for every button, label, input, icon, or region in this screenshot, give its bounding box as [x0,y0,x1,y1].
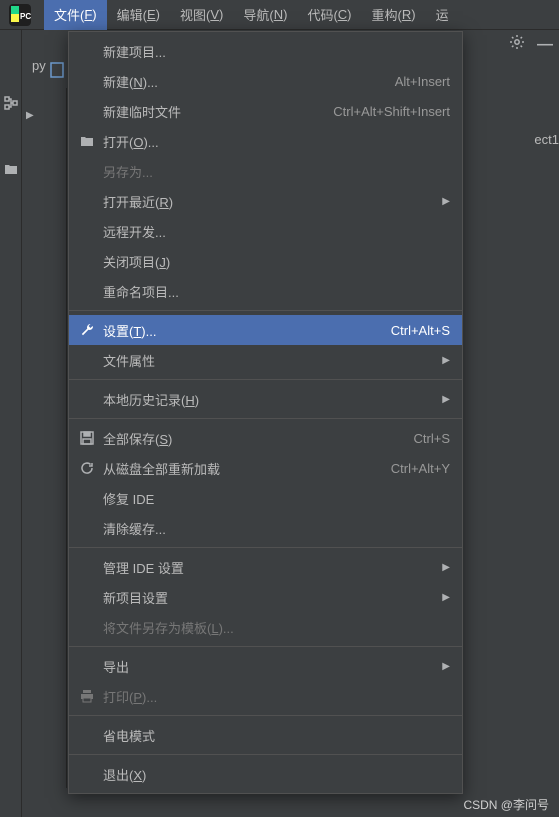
menu-item-0[interactable]: 文件(F) [44,0,107,30]
structure-icon[interactable] [2,94,20,112]
menu-item-shortcut: Alt+Insert [395,74,450,89]
project-tab-label: py [32,58,46,73]
folder-icon [79,133,95,149]
file-menu-item-5[interactable]: 打开最近(R)▶ [69,186,462,216]
file-menu-item-17[interactable]: 修复 IDE [69,483,462,513]
print-icon [79,688,95,704]
menu-item-label: 导出 [103,657,450,676]
tree-expand-chevron-icon[interactable]: ▶ [26,110,34,121]
breadcrumb-fragment: ect1 [534,132,559,147]
file-menu-item-25: 打印(P)... [69,681,462,711]
file-tab-icon[interactable] [50,62,68,80]
menu-item-label: 省电模式 [103,726,450,745]
menu-item-label: 新项目设置 [103,588,450,607]
menu-separator [69,418,462,419]
menu-item-label: 新建(N)... [103,72,385,91]
file-menu-item-18[interactable]: 清除缓存... [69,513,462,543]
menu-item-5[interactable]: 重构(R) [362,0,426,30]
file-menu-item-22: 将文件另存为模板(L)... [69,612,462,642]
watermark: CSDN @李问号 [463,796,549,813]
menu-item-label: 设置(T)... [103,321,381,340]
menu-item-3[interactable]: 导航(N) [233,0,297,30]
menu-item-shortcut: Ctrl+Alt+S [391,323,450,338]
menu-item-shortcut: Ctrl+Alt+Shift+Insert [333,104,450,119]
menu-item-label: 打开(O)... [103,132,450,151]
menu-separator [69,547,462,548]
menu-item-label: 远程开发... [103,222,450,241]
menu-separator [69,310,462,311]
file-menu-item-0[interactable]: 新建项目... [69,36,462,66]
app-logo: PC [8,3,32,27]
wrench-icon [79,322,95,338]
menu-item-1[interactable]: 编辑(E) [107,0,170,30]
file-menu-item-1[interactable]: 新建(N)... Alt+Insert [69,66,462,96]
file-menu-item-21[interactable]: 新项目设置▶ [69,582,462,612]
menu-item-4[interactable]: 代码(C) [297,0,361,30]
menu-separator [69,715,462,716]
menu-item-label: 从磁盘全部重新加载 [103,459,381,478]
file-menu-item-4: 另存为... [69,156,462,186]
menu-item-label: 另存为... [103,162,450,181]
file-menu-item-8[interactable]: 重命名项目... [69,276,462,306]
menu-item-label: 退出(X) [103,765,450,784]
menu-separator [69,754,462,755]
menu-item-label: 关闭项目(J) [103,252,450,271]
file-menu-item-13[interactable]: 本地历史记录(H)▶ [69,384,462,414]
menu-item-label: 文件属性 [103,351,450,370]
file-menu-item-7[interactable]: 关闭项目(J) [69,246,462,276]
reload-icon [79,460,95,476]
menu-item-label: 全部保存(S) [103,429,404,448]
menu-item-shortcut: Ctrl+S [414,431,450,446]
menu-item-shortcut: Ctrl+Alt+Y [391,461,450,476]
save-icon [79,430,95,446]
menu-item-label: 管理 IDE 设置 [103,558,450,577]
menu-item-label: 清除缓存... [103,519,450,538]
menu-item-label: 重命名项目... [103,282,450,301]
submenu-arrow-icon: ▶ [442,196,450,207]
submenu-arrow-icon: ▶ [442,355,450,366]
file-menu-item-27[interactable]: 省电模式 [69,720,462,750]
file-menu-item-24[interactable]: 导出▶ [69,651,462,681]
file-menu-item-29[interactable]: 退出(X) [69,759,462,789]
submenu-arrow-icon: ▶ [442,592,450,603]
folder-rail-icon[interactable] [2,160,20,178]
file-menu-item-15[interactable]: 全部保存(S) Ctrl+S [69,423,462,453]
file-menu-dropdown: 新建项目... 新建(N)... Alt+Insert 新建临时文件 Ctrl+Alt+… [68,31,463,794]
minimize-icon[interactable]: — [537,36,553,54]
file-menu-item-3[interactable]: 打开(O)... [69,126,462,156]
menu-item-6[interactable]: 运 [426,0,459,30]
project-tree-rail [22,88,67,788]
submenu-arrow-icon: ▶ [442,562,450,573]
file-menu-item-20[interactable]: 管理 IDE 设置▶ [69,552,462,582]
menu-item-label: 新建临时文件 [103,102,323,121]
menu-item-label: 打印(P)... [103,687,450,706]
left-gutter [0,30,22,817]
menu-item-label: 修复 IDE [103,489,450,508]
toolbar-right: — [509,34,553,55]
file-menu-item-11[interactable]: 文件属性▶ [69,345,462,375]
file-menu-item-2[interactable]: 新建临时文件 Ctrl+Alt+Shift+Insert [69,96,462,126]
menu-separator [69,646,462,647]
menu-item-2[interactable]: 视图(V) [170,0,233,30]
menu-separator [69,379,462,380]
menu-item-label: 将文件另存为模板(L)... [103,618,450,637]
menubar: PC 文件(F)编辑(E)视图(V)导航(N)代码(C)重构(R)运 [0,0,559,30]
file-menu-item-16[interactable]: 从磁盘全部重新加载 Ctrl+Alt+Y [69,453,462,483]
submenu-arrow-icon: ▶ [442,394,450,405]
submenu-arrow-icon: ▶ [442,661,450,672]
file-menu-item-10[interactable]: 设置(T)... Ctrl+Alt+S [69,315,462,345]
settings-gear-icon[interactable] [509,34,525,55]
menu-item-label: 本地历史记录(H) [103,390,450,409]
svg-text:PC: PC [20,12,31,21]
menu-item-label: 打开最近(R) [103,192,450,211]
menu-item-label: 新建项目... [103,42,450,61]
file-menu-item-6[interactable]: 远程开发... [69,216,462,246]
